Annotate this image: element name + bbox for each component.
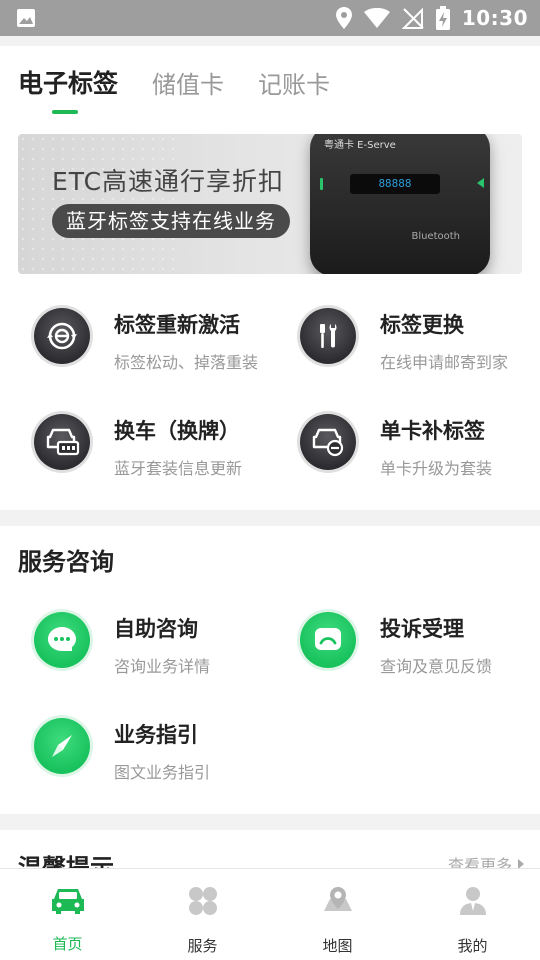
promo-banner[interactable]: ETC高速通行享折扣 蓝牙标签支持在线业务 粤通卡 E-Serve 88888 … — [18, 134, 522, 274]
single-card-add-tag-sub: 单卡升级为套装 — [380, 459, 493, 478]
tab-credit-card[interactable]: 记账卡 — [258, 65, 330, 100]
wifi-icon — [363, 8, 390, 28]
service-consult-card: 服务咨询 自助咨询 咨询业务详情 投诉受理 查询及意见反馈 业务指引 图文业务指… — [0, 526, 540, 814]
device-display: 88888 — [350, 174, 440, 194]
etc-card: 电子标签 储值卡 记账卡 ETC高速通行享折扣 蓝牙标签支持在线业务 粤通卡 E… — [0, 46, 540, 510]
replace-tag-title: 标签更换 — [380, 313, 464, 337]
business-guide-item[interactable]: 业务指引 图文业务指引 — [34, 718, 210, 783]
nav-home-label: 首页 — [52, 935, 83, 953]
single-card-add-tag-item[interactable]: 单卡补标签 单卡升级为套装 — [300, 414, 492, 479]
nav-home[interactable]: 首页 — [0, 869, 135, 960]
self-consult-item[interactable]: 自助咨询 咨询业务详情 — [34, 612, 210, 677]
complaint-title: 投诉受理 — [380, 617, 464, 641]
replace-tag-item[interactable]: 标签更换 在线申请邮寄到家 — [300, 308, 508, 373]
business-guide-title: 业务指引 — [114, 723, 198, 747]
car-plate-icon — [34, 414, 90, 470]
nav-service-label: 服务 — [187, 937, 218, 955]
change-vehicle-sub: 蓝牙套装信息更新 — [114, 459, 243, 478]
self-consult-sub: 咨询业务详情 — [114, 657, 211, 676]
status-time: 10:30 — [461, 6, 528, 30]
status-bar: 10:30 — [0, 0, 540, 36]
nav-map[interactable]: 地图 — [270, 869, 405, 960]
complaint-icon — [300, 612, 356, 668]
reactivate-icon — [34, 308, 90, 364]
bottom-navigation: 首页 服务 地图 我的 — [0, 868, 540, 960]
chat-icon — [34, 612, 90, 668]
complaint-item[interactable]: 投诉受理 查询及意见反馈 — [300, 612, 492, 677]
user-icon — [457, 885, 489, 921]
map-icon — [322, 885, 354, 921]
tab-stored-value-card[interactable]: 储值卡 — [152, 65, 224, 100]
tab-electronic-tag[interactable]: 电子标签 — [18, 64, 118, 114]
battery-charging-icon — [435, 6, 450, 30]
reactivate-tag-sub: 标签松动、掉落重装 — [114, 353, 259, 372]
car-add-icon — [300, 414, 356, 470]
app-screen: 10:30 电子标签 储值卡 记账卡 ETC高速通行享折扣 蓝牙标签支持在线业务… — [0, 0, 540, 960]
single-card-add-tag-title: 单卡补标签 — [380, 419, 485, 443]
change-vehicle-item[interactable]: 换车（换牌） 蓝牙套装信息更新 — [34, 414, 242, 479]
nav-mine-label: 我的 — [457, 937, 488, 955]
car-icon — [50, 885, 86, 919]
no-signal-icon — [401, 7, 424, 29]
device-led-right — [477, 178, 484, 188]
nav-mine[interactable]: 我的 — [405, 869, 540, 960]
complaint-sub: 查询及意见反馈 — [380, 657, 493, 676]
nav-map-label: 地图 — [322, 937, 353, 955]
self-consult-title: 自助咨询 — [114, 617, 198, 641]
device-led-left — [320, 178, 323, 190]
device-brand: 粤通卡 E-Serve — [324, 140, 396, 151]
device-bluetooth-label: Bluetooth — [411, 231, 460, 242]
compass-icon — [34, 718, 90, 774]
reactivate-tag-title: 标签重新激活 — [114, 313, 240, 337]
card-type-tabs: 电子标签 储值卡 记账卡 — [18, 64, 364, 114]
service-consult-title: 服务咨询 — [18, 548, 114, 576]
location-icon — [335, 7, 352, 29]
banner-pill: 蓝牙标签支持在线业务 — [52, 204, 290, 238]
business-guide-sub: 图文业务指引 — [114, 763, 211, 782]
banner-headline: ETC高速通行享折扣 — [52, 167, 285, 196]
etc-device-image: 粤通卡 E-Serve 88888 Bluetooth — [310, 134, 490, 274]
image-icon — [16, 8, 36, 28]
tools-icon — [300, 308, 356, 364]
grid-icon — [187, 885, 219, 921]
replace-tag-sub: 在线申请邮寄到家 — [380, 353, 509, 372]
reactivate-tag-item[interactable]: 标签重新激活 标签松动、掉落重装 — [34, 308, 258, 373]
nav-service[interactable]: 服务 — [135, 869, 270, 960]
change-vehicle-title: 换车（换牌） — [114, 419, 240, 443]
